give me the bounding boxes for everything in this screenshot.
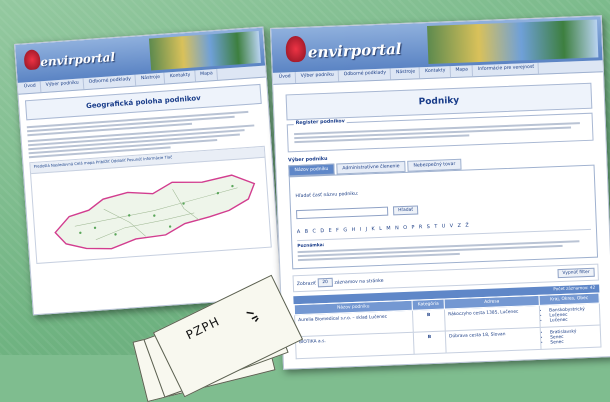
companies-table: Názov podniku Kategória Adresa Kraj, Okr…	[294, 293, 602, 360]
nav-item[interactable]: Odborné podklady	[339, 68, 392, 82]
logo-mark-icon	[285, 35, 307, 63]
company-region: Banskobystrický Lučenec Lučenec	[539, 303, 601, 328]
nav-item[interactable]: Kontakty	[165, 70, 196, 84]
filter-label: Zobraziť	[296, 281, 317, 288]
region-obec: Senec	[550, 339, 597, 346]
logo-mark-icon	[23, 49, 41, 71]
nav-item[interactable]: Výber podniku	[296, 70, 340, 84]
tab-name[interactable]: Názov podniku	[288, 163, 335, 177]
nav-item[interactable]: Úvod	[19, 81, 42, 94]
note-text	[297, 240, 592, 262]
map-viewer[interactable]: Predošlá Nasledovná Celá mapa Priblížiť …	[29, 145, 272, 264]
header-photo-banner	[427, 19, 599, 64]
search-label: Hľadať časť názvu podniku:	[295, 191, 359, 200]
nav-item[interactable]: Mapa	[195, 68, 219, 82]
intro-text	[294, 122, 586, 144]
header-photo-banner	[148, 30, 261, 71]
note-box: Poznámka:	[297, 228, 592, 262]
intro-box: Register podnikov	[286, 112, 594, 153]
nav-item[interactable]: Úvod	[274, 72, 296, 84]
nav-item[interactable]: Nástroje	[136, 72, 166, 86]
pzph-label: PZPH	[183, 314, 223, 343]
nav-item[interactable]: Kontakty	[420, 66, 451, 79]
slovakia-map[interactable]	[31, 158, 271, 264]
filter-suffix: záznamov na stránke	[334, 278, 384, 286]
page-size-select[interactable]: 20	[317, 277, 334, 288]
search-button[interactable]: Hľadať	[393, 205, 419, 216]
search-panel: Hľadať časť názvu podniku: Hľadať A B C …	[288, 164, 599, 270]
nav-item[interactable]: Mapa	[451, 65, 474, 78]
company-category: B	[412, 309, 446, 333]
filter-off-button[interactable]: Vypnúť filter	[557, 267, 595, 279]
site-logo: envirportal	[39, 50, 116, 70]
tab-hazard[interactable]: Nebezpečný tovar	[407, 158, 462, 172]
map-page-screenshot: envirportal Úvod Výber podniku Odborné p…	[14, 26, 283, 316]
intro-legend: Register podnikov	[293, 119, 347, 127]
search-input[interactable]	[296, 206, 389, 220]
region-obec: Lučenec	[549, 317, 596, 324]
site-logo: envirportal	[307, 39, 402, 62]
company-category: B	[413, 330, 447, 355]
companies-page-screenshot: envirportal Úvod Výber podniku Odborné p…	[270, 15, 610, 370]
company-region: Bratislavský Senec Senec	[540, 325, 601, 350]
note-title: Poznámka:	[297, 243, 325, 250]
page-size-control: Zobraziť 20 záznamov na stránke	[297, 276, 384, 288]
nav-item[interactable]: Nástroje	[391, 67, 421, 80]
emphasis-lines-icon	[246, 311, 259, 322]
company-address: Dúbrava cesta 18, Slovan	[445, 327, 542, 353]
